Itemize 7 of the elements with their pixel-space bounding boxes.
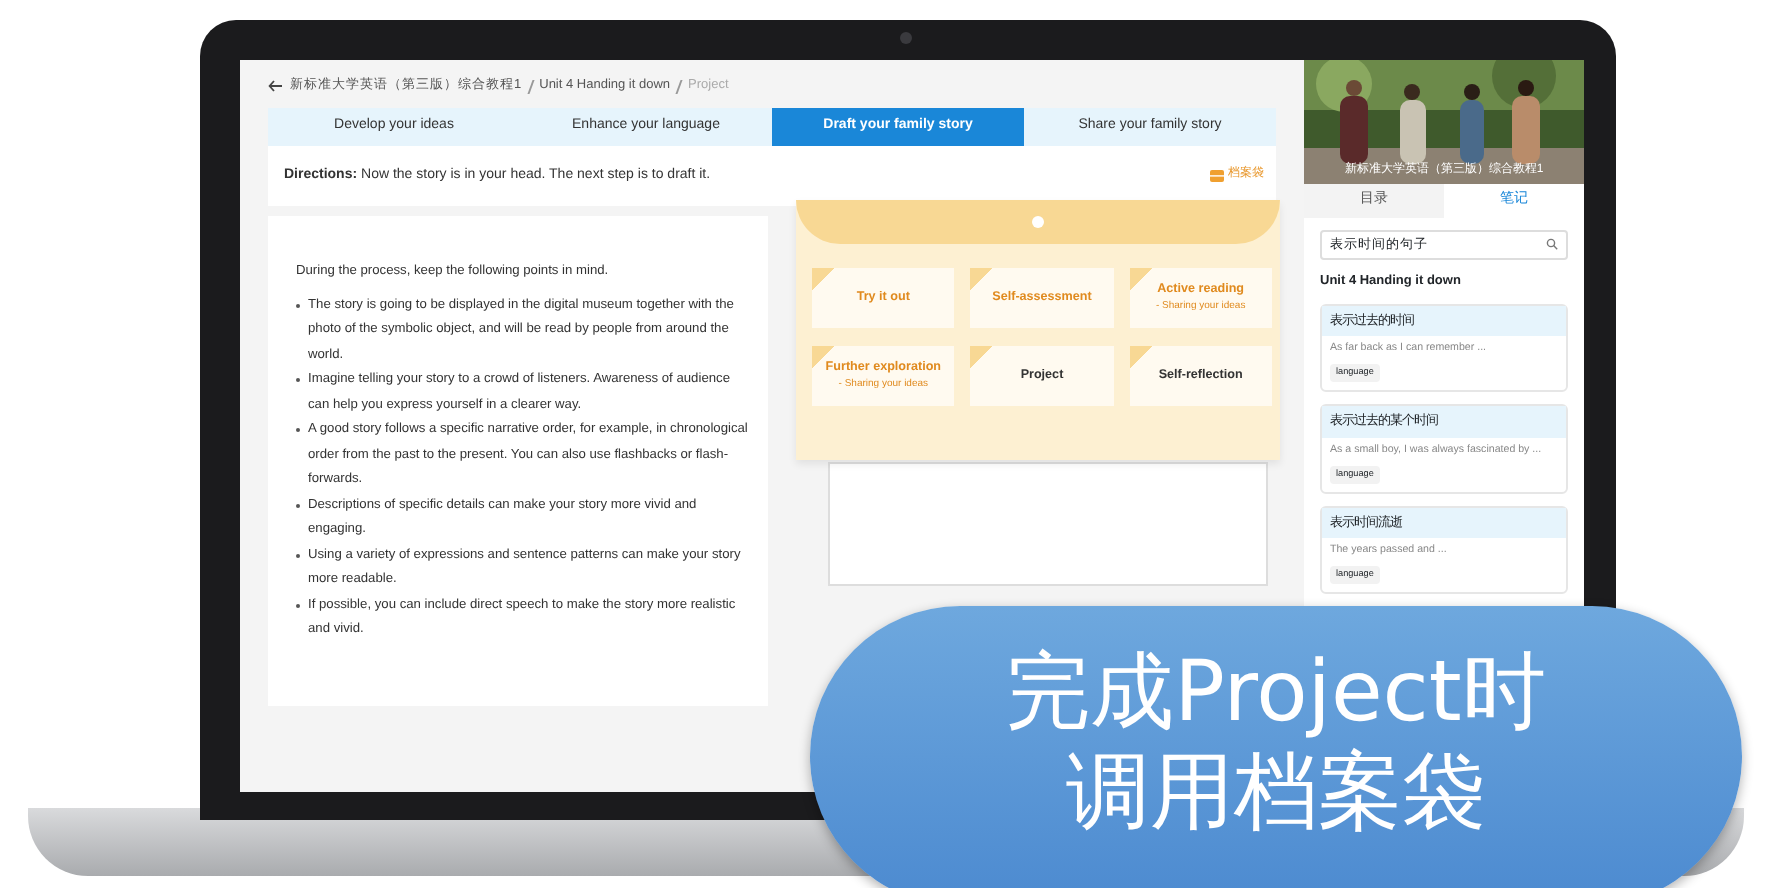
knob-icon [1032,216,1044,228]
banner-text: 完成Project时 [1006,642,1546,742]
search-icon[interactable] [1546,238,1558,251]
camera-icon [900,32,912,44]
folder-icon [1210,169,1224,182]
banner-text: 调用档案袋 [1066,742,1486,842]
back-icon[interactable] [268,80,282,92]
